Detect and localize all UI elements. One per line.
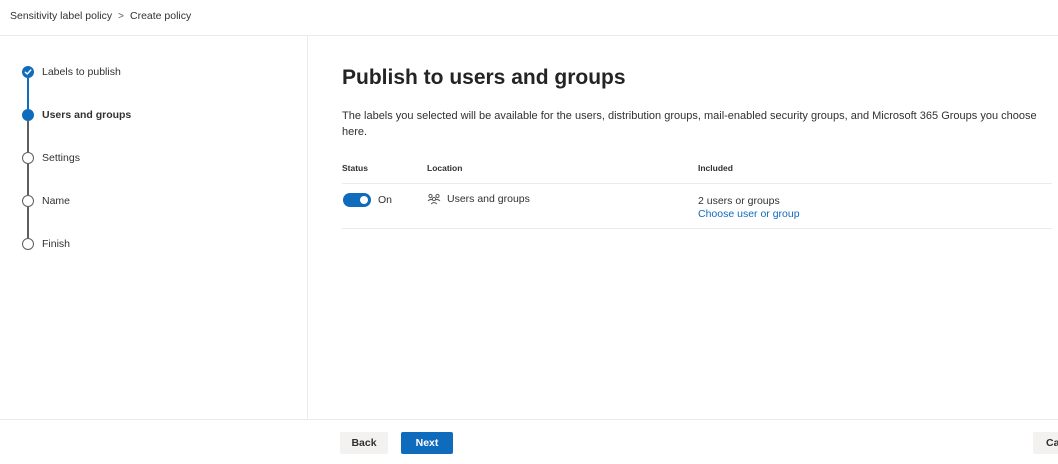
table-row-divider (342, 228, 1052, 229)
breadcrumb-sensitivity-label-policy[interactable]: Sensitivity label policy (10, 10, 112, 22)
cancel-button[interactable]: Ca (1033, 432, 1058, 454)
step-finish: Finish (22, 238, 70, 250)
step-label: Name (42, 195, 71, 207)
step-label: Finish (42, 238, 71, 250)
chevron-right-icon: > (118, 10, 124, 22)
breadcrumb: Sensitivity label policy > Create policy (10, 9, 191, 23)
step-connector (27, 121, 29, 152)
location-label: Users and groups (447, 193, 530, 205)
status-toggle[interactable] (343, 193, 371, 207)
next-button[interactable]: Next (401, 432, 453, 454)
back-button[interactable]: Back (340, 432, 388, 454)
header-divider (0, 35, 1058, 36)
step-label: Users and groups (42, 109, 132, 121)
breadcrumb-create-policy: Create policy (129, 10, 192, 22)
step-name: Name (22, 195, 70, 207)
step-connector (27, 207, 29, 238)
column-header-location: Location (427, 163, 463, 173)
checkmark-icon (22, 66, 34, 78)
step-users-and-groups[interactable]: Users and groups (22, 109, 131, 121)
footer-divider (0, 419, 1058, 420)
page-description: The labels you selected will be availabl… (342, 110, 1037, 138)
column-header-status: Status (342, 163, 368, 173)
stepper-divider (307, 36, 308, 419)
step-labels-to-publish[interactable]: Labels to publish (22, 66, 121, 78)
page-title: Publish to users and groups (342, 66, 626, 89)
column-header-included: Included (698, 163, 733, 173)
step-label: Labels to publish (42, 66, 121, 78)
choose-user-or-group-link[interactable]: Choose user or group (698, 208, 800, 220)
pending-step-icon (22, 238, 34, 250)
location-cell: Users and groups (427, 193, 530, 205)
toggle-knob (360, 196, 368, 204)
step-connector (27, 164, 29, 195)
pending-step-icon (22, 195, 34, 207)
current-step-icon (22, 109, 34, 121)
included-count: 2 users or groups (698, 195, 780, 207)
pending-step-icon (22, 152, 34, 164)
status-label: On (378, 194, 393, 206)
users-groups-icon (427, 193, 441, 205)
step-settings: Settings (22, 152, 80, 164)
table-header-divider (342, 183, 1052, 184)
step-label: Settings (42, 152, 80, 164)
step-connector (27, 78, 29, 109)
